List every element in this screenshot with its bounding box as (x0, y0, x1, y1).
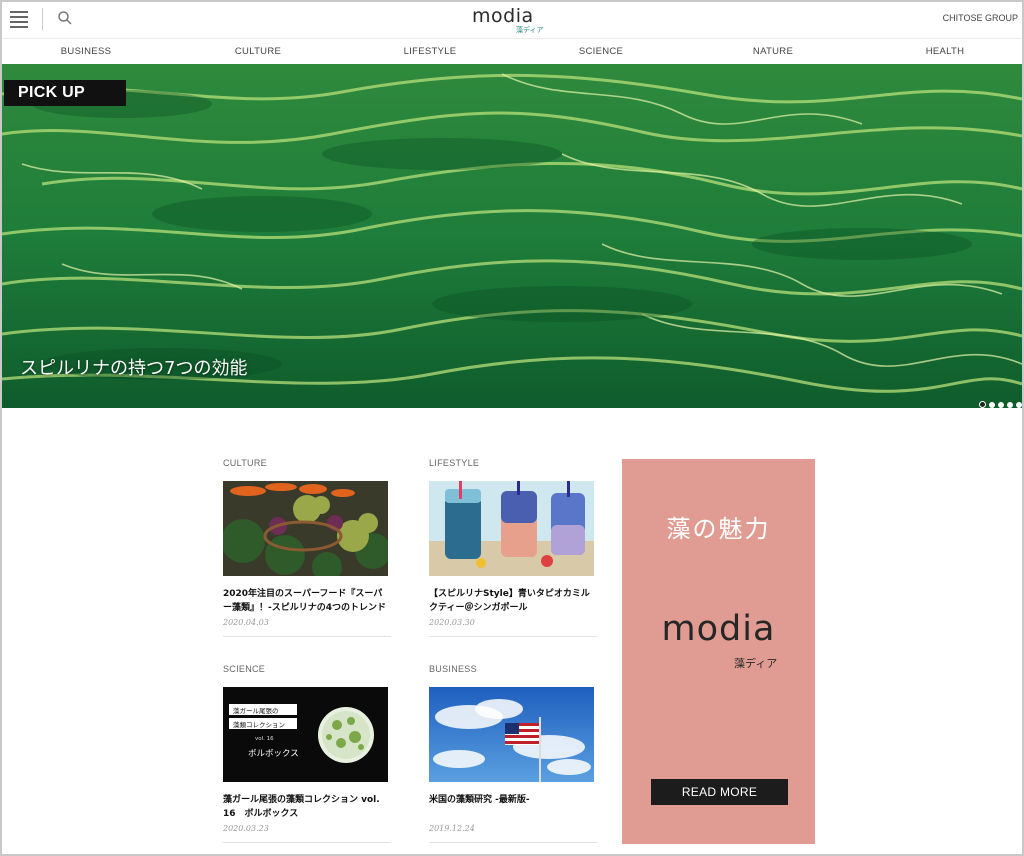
page-frame: modia 藻ディア CHITOSE GROUP BUSINESS CULTUR… (0, 0, 1024, 856)
article-date: 2020.03.30 (429, 618, 475, 627)
article-title[interactable]: 【スピルリナStyle】青いタピオカミルクティー＠シンガポール (429, 587, 597, 615)
nav-science[interactable]: SCIENCE (579, 46, 623, 57)
banner-logo-text: modia (661, 609, 776, 649)
banner-logo: modia 藻ディア (622, 609, 815, 670)
article-card[interactable]: BUSINESS 米国の藻類研究 -最新版- 2019.12.24 (429, 664, 599, 843)
nav-lifestyle[interactable]: LIFESTYLE (404, 46, 457, 57)
article-date: 2020.03.23 (223, 824, 269, 833)
thumb-text: 藻ガール尾張の (233, 707, 279, 715)
slider-dot[interactable] (1007, 402, 1013, 408)
pickup-badge: PICK UP (4, 80, 126, 106)
site-logo[interactable]: modia 藻ディア (472, 5, 548, 35)
group-link[interactable]: CHITOSE GROUP (943, 13, 1018, 23)
nav-business[interactable]: BUSINESS (61, 46, 111, 57)
logo-subtext: 藻ディア (516, 26, 544, 34)
slider-dots (976, 393, 1022, 408)
category-nav: BUSINESS CULTURE LIFESTYLE SCIENCE NATUR… (2, 38, 1022, 65)
nav-culture[interactable]: CULTURE (235, 46, 281, 57)
article-date: 2019.12.24 (429, 824, 475, 833)
top-bar: modia 藻ディア CHITOSE GROUP (2, 2, 1022, 38)
slider-dot[interactable] (989, 402, 995, 408)
promo-banner[interactable]: 藻の魅力 modia 藻ディア READ MORE (622, 459, 815, 844)
article-card[interactable]: LIFESTYLE 【スピルリナStyle】青いタピオカミルクティー＠シンガポー… (429, 458, 599, 637)
thumb-text: ボルボックス (248, 749, 299, 759)
article-title[interactable]: 米国の藻類研究 -最新版- (429, 793, 597, 821)
slider-dot[interactable] (1016, 402, 1022, 408)
article-thumbnail[interactable] (223, 481, 388, 576)
banner-logo-subtext: 藻ディア (734, 657, 778, 670)
article-title[interactable]: 藻ガール尾張の藻類コレクション vol. 16 ボルボックス (223, 793, 391, 821)
article-category[interactable]: BUSINESS (429, 664, 599, 678)
banner-headline: 藻の魅力 (666, 515, 771, 543)
hamburger-menu-icon[interactable] (10, 11, 28, 28)
divider (429, 842, 597, 843)
logo-text: modia (472, 5, 534, 27)
article-category[interactable]: CULTURE (223, 458, 393, 472)
hero-slider[interactable]: PICK UP スピルリナの持つ7つの効能 (2, 64, 1022, 408)
slider-dot[interactable] (998, 402, 1004, 408)
article-thumbnail[interactable] (429, 687, 594, 782)
nav-health[interactable]: HEALTH (926, 46, 965, 57)
search-icon[interactable] (57, 10, 73, 26)
read-more-button[interactable]: READ MORE (651, 779, 788, 805)
thumb-text: 藻類コレクション (233, 721, 285, 729)
divider (42, 8, 43, 30)
hero-title[interactable]: スピルリナの持つ7つの効能 (20, 354, 247, 380)
thumb-text: vol. 16 (255, 736, 274, 742)
article-category[interactable]: SCIENCE (223, 664, 393, 678)
slider-dot[interactable] (979, 401, 986, 408)
nav-nature[interactable]: NATURE (753, 46, 793, 57)
article-thumbnail[interactable] (429, 481, 594, 576)
article-category[interactable]: LIFESTYLE (429, 458, 599, 472)
divider (429, 636, 597, 637)
divider (223, 842, 391, 843)
article-card[interactable]: CULTURE 2020年注目のスーパーフード『スーパー藻類』！-スピルリナの4… (223, 458, 393, 637)
article-thumbnail[interactable]: 藻ガール尾張の 藻類コレクション vol. 16 ボルボックス (223, 687, 388, 782)
divider (223, 636, 391, 637)
article-card[interactable]: SCIENCE 藻ガール尾張の 藻類コレクション vol. 16 ボルボックス … (223, 664, 393, 843)
article-title[interactable]: 2020年注目のスーパーフード『スーパー藻類』！-スピルリナの4つのトレンドポ (223, 587, 391, 615)
article-date: 2020.04.03 (223, 618, 269, 627)
